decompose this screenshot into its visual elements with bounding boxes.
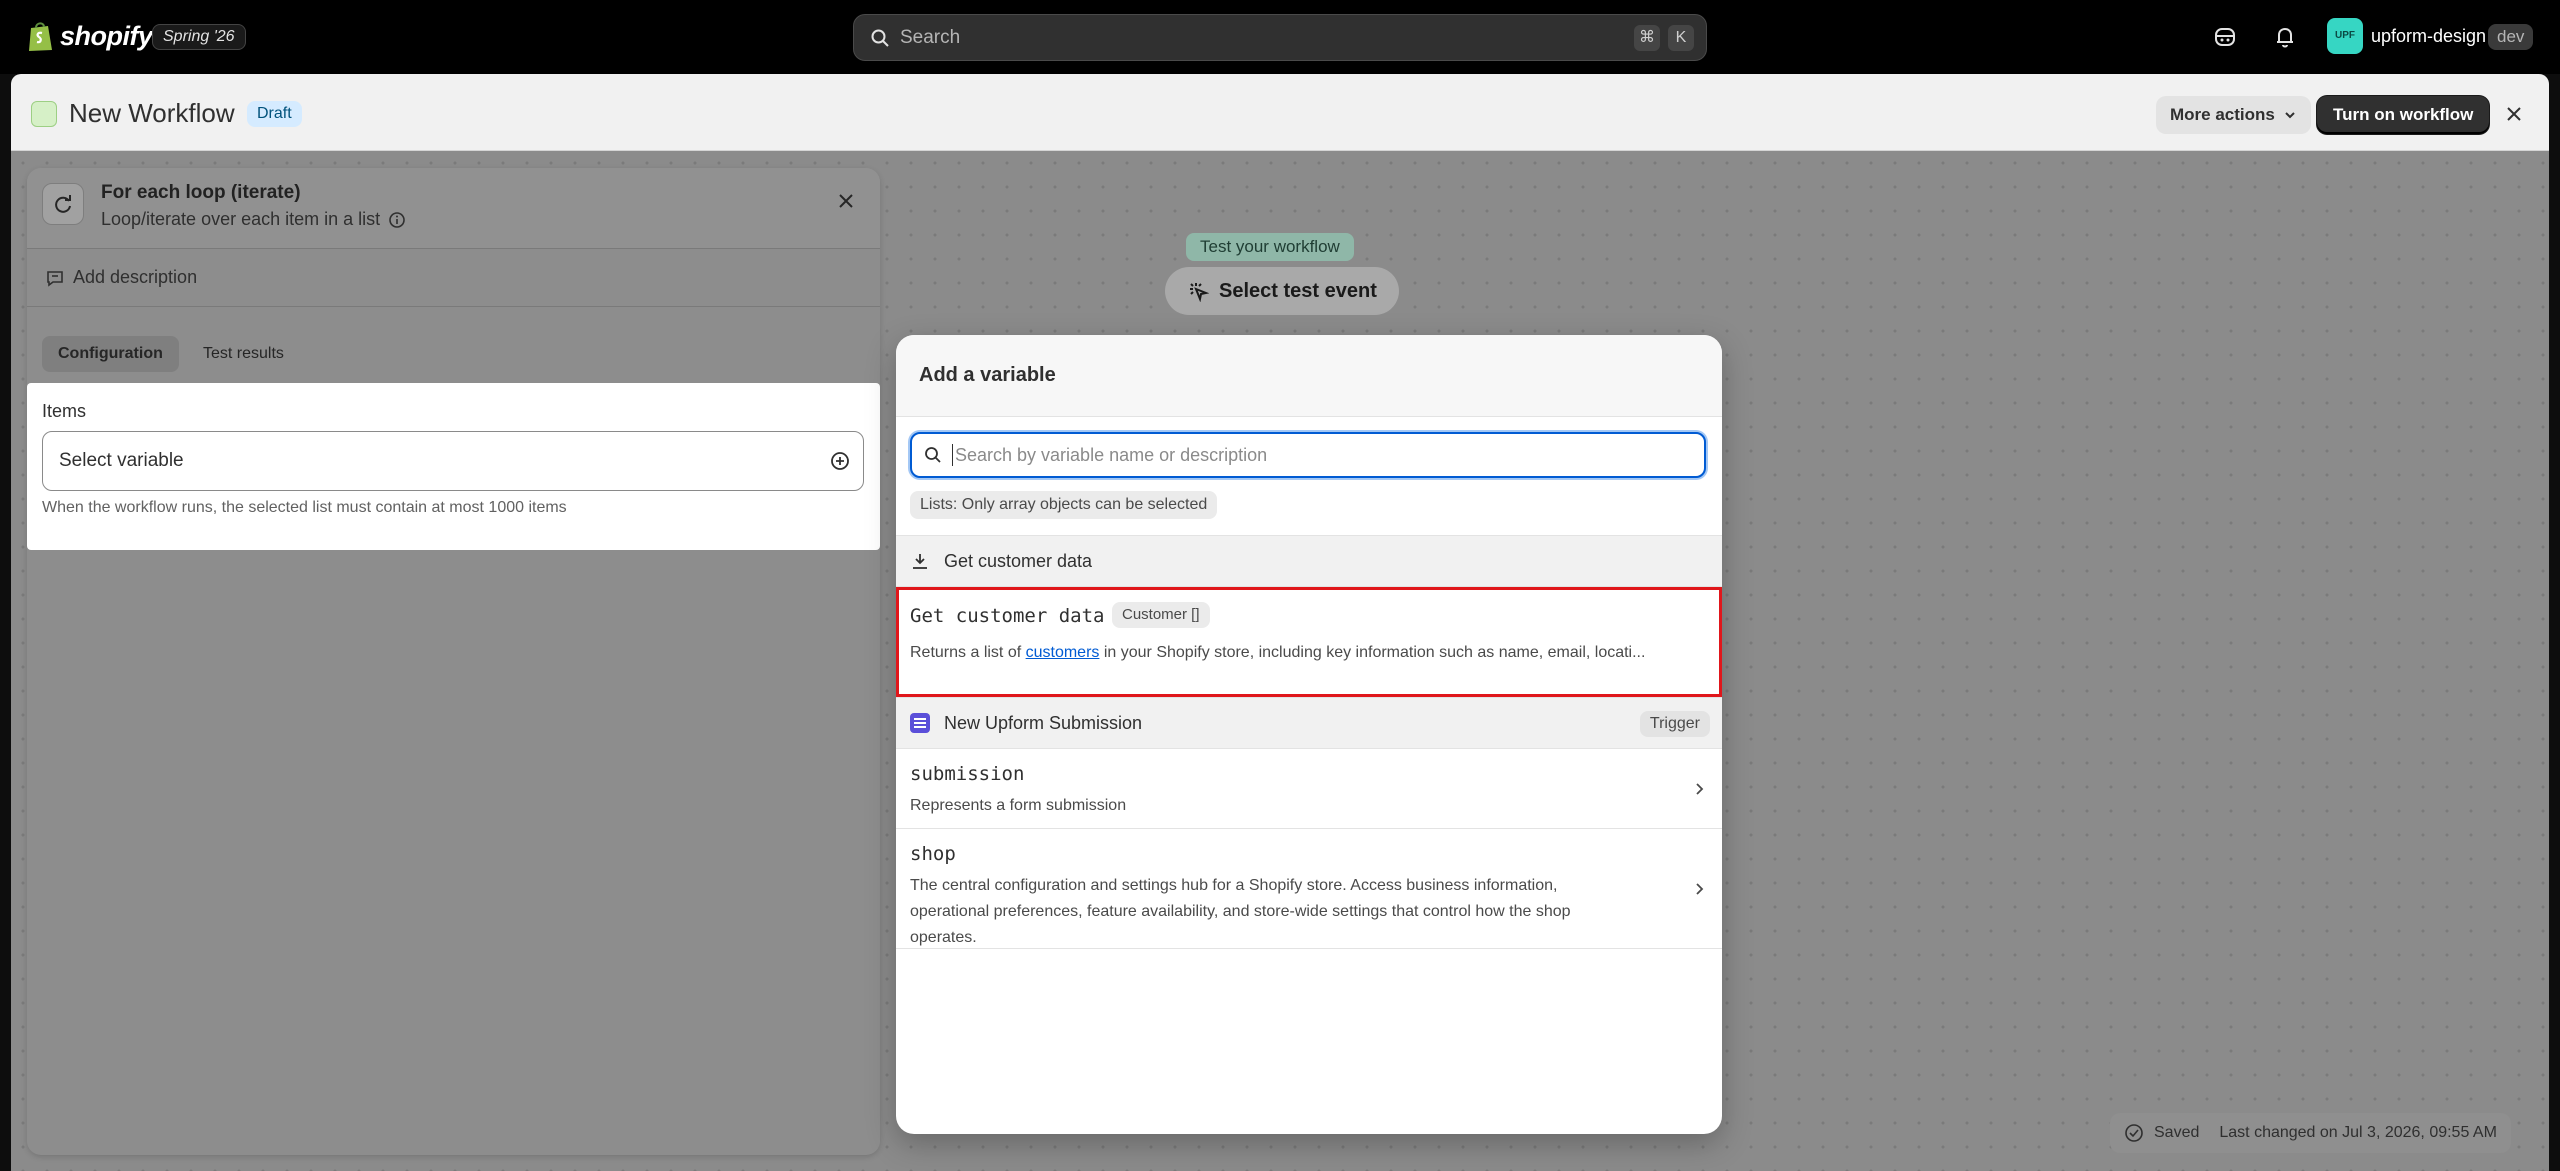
popover-header: Add a variable [896,335,1722,417]
logo-text: shopify [60,20,153,51]
desc-text-after: in your Shopify store, including key inf… [1099,644,1646,661]
chevron-down-icon [2285,112,2295,119]
more-actions-label: More actions [2170,105,2275,124]
last-changed-text: Last changed on Jul 3, 2026, 09:55 AM [2219,1124,2497,1141]
flow-app-icon [31,101,57,127]
variable-name: Get customer data [910,605,1105,627]
turn-on-workflow-button[interactable]: Turn on workflow [2317,96,2490,134]
variable-item-shop[interactable]: shop The central configuration and setti… [896,829,1722,949]
chevron-right-icon[interactable] [1692,882,1706,896]
shopify-bag-icon [29,22,52,51]
store-avatar[interactable]: UPF [2327,18,2363,54]
array-only-note: Lists: Only array objects can be selecte… [910,491,1218,519]
search-placeholder: Search [900,26,961,48]
download-icon [913,554,927,569]
items-label: Items [42,401,87,421]
search-icon [925,447,941,463]
panel-title: For each loop (iterate) [101,182,301,203]
more-actions-button[interactable]: More actions [2156,96,2311,134]
cursor-click-icon [1190,283,1209,302]
select-test-event-label: Select test event [1219,280,1377,302]
search-icon [871,29,889,47]
step-config-panel: For each loop (iterate) Loop/iterate ove… [27,168,880,1155]
store-name[interactable]: upform-design [2371,26,2486,47]
group-get-customer-data: Get customer data [896,535,1722,587]
group-label: Get customer data [944,550,1093,571]
variable-name: submission [910,763,1025,785]
workflow-title[interactable]: New Workflow [69,98,235,129]
chevron-right-icon[interactable] [1692,782,1706,796]
variable-search-placeholder: Search by variable name or description [955,444,1268,465]
group-label: New Upform Submission [944,712,1143,733]
variable-item-get-customer-data[interactable]: Get customer data Customer [] Returns a … [896,587,1722,697]
items-help-text: When the workflow runs, the selected lis… [42,499,567,516]
add-circle-icon[interactable] [829,450,851,472]
popover-title: Add a variable [919,364,1056,386]
text-caret [952,444,953,466]
add-description-label: Add description [73,267,198,287]
edition-badge[interactable]: Spring '26 [152,24,246,50]
notification-bell-icon[interactable] [2272,24,2298,50]
tab-test-results[interactable]: Test results [187,336,300,372]
select-test-event-button[interactable]: Select test event [1165,267,1399,315]
variable-description: Represents a form submission [910,797,1127,814]
shopify-logo[interactable]: shopify [26,20,153,52]
customers-link[interactable]: customers [1026,644,1100,661]
save-status: Saved Last changed on Jul 3, 2026, 09:55… [2110,1113,2511,1153]
add-variable-popover: Add a variable Search by variable name o… [896,335,1722,1134]
info-icon[interactable] [388,211,406,229]
variable-description: Returns a list of customers in your Shop… [910,640,1710,666]
global-search[interactable]: Search ⌘ K [853,14,1707,61]
variable-item-submission[interactable]: submission Represents a form submission [896,749,1722,829]
desc-text-before: Returns a list of [910,644,1026,661]
panel-subtitle-text: Loop/iterate over each item in a list [101,209,381,229]
variable-type-badge: Customer [] [1112,602,1210,628]
items-field-card: Items Select variable When the workflow … [27,383,880,550]
panel-subtitle: Loop/iterate over each item in a list [101,209,406,230]
shortcut-k-key: K [1668,25,1694,51]
add-description-button[interactable]: Add description [27,249,880,307]
select-variable-input[interactable]: Select variable [42,431,864,491]
test-workflow-label: Test your workflow [1186,233,1354,261]
close-panel-icon[interactable] [835,190,857,212]
sidekick-icon[interactable] [2212,24,2238,50]
panel-header: For each loop (iterate) Loop/iterate ove… [27,168,880,249]
top-bar: shopify Spring '26 Search ⌘ K UPF upform… [0,0,2560,74]
variable-description: The central configuration and settings h… [910,877,1571,946]
variable-search-input[interactable]: Search by variable name or description [910,432,1706,478]
check-circle-icon [2125,1124,2143,1142]
dev-store-badge: dev [2488,24,2534,50]
loop-icon [42,183,84,225]
group-new-upform-submission: New Upform Submission Trigger [896,697,1722,749]
saved-label: Saved [2154,1124,2200,1141]
close-icon[interactable] [2502,102,2526,126]
tab-configuration[interactable]: Configuration [42,336,179,372]
shortcut-cmd-key: ⌘ [1634,25,1660,51]
select-variable-text: Select variable [59,450,184,471]
variable-name: shop [910,843,956,865]
status-badge: Draft [247,101,302,127]
workflow-header: New Workflow Draft More actions Turn on … [11,74,2549,151]
upform-icon [910,713,930,733]
trigger-badge: Trigger [1639,711,1710,737]
comment-icon [47,270,63,287]
